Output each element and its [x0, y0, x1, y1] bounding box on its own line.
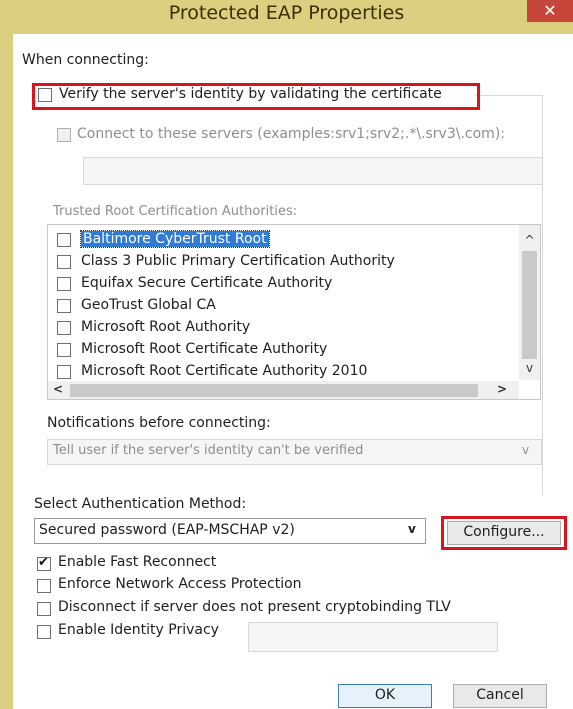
identity-privacy-checkbox[interactable]	[37, 625, 51, 639]
notifications-heading: Notifications before connecting:	[47, 415, 271, 431]
close-button[interactable]: ✕	[527, 0, 573, 22]
horizontal-scroll-thumb[interactable]	[70, 384, 478, 397]
cancel-button[interactable]: Cancel	[453, 684, 547, 708]
scroll-up-icon[interactable]: ^	[519, 233, 540, 247]
fast-reconnect-checkbox[interactable]	[37, 555, 51, 571]
ca-checkbox[interactable]	[57, 299, 71, 313]
ca-label: Equifax Secure Certificate Authority	[81, 275, 333, 291]
list-item[interactable]: Microsoft Root Authority	[48, 317, 518, 339]
scroll-down-icon[interactable]: v	[519, 361, 540, 375]
ca-label: Microsoft Root Authority	[81, 319, 251, 335]
list-item[interactable]: GeoTrust Global CA	[48, 295, 518, 317]
list-item[interactable]: Class 3 Public Primary Certification Aut…	[48, 251, 518, 273]
servers-input[interactable]	[83, 157, 543, 185]
auth-method-select[interactable]: Secured password (EAP-MSCHAP v2) v	[34, 518, 426, 544]
auth-method-value: Secured password (EAP-MSCHAP v2)	[39, 522, 295, 538]
ok-button[interactable]: OK	[338, 684, 432, 708]
list-item[interactable]: Equifax Secure Certificate Authority	[48, 273, 518, 295]
verify-identity-checkbox[interactable]	[38, 88, 52, 102]
fast-reconnect-label: Enable Fast Reconnect	[58, 554, 217, 570]
chevron-down-icon: v	[522, 443, 530, 457]
identity-input[interactable]	[248, 622, 498, 652]
trusted-ca-heading: Trusted Root Certification Authorities:	[53, 204, 298, 219]
list-item[interactable]: Microsoft Root Certificate Authority	[48, 339, 518, 361]
ca-checkbox[interactable]	[57, 255, 71, 269]
chevron-down-icon: v	[408, 522, 416, 536]
group-border-right	[542, 95, 543, 495]
list-item[interactable]: Baltimore CyberTrust Root	[48, 229, 518, 251]
cryptobinding-checkbox[interactable]	[37, 602, 51, 616]
connect-servers-checkbox[interactable]	[57, 128, 71, 142]
verify-identity-label: Verify the server's identity by validati…	[59, 86, 442, 102]
vertical-scroll-thumb[interactable]	[522, 251, 537, 359]
auth-method-heading: Select Authentication Method:	[34, 496, 247, 512]
configure-button[interactable]: Configure...	[447, 521, 561, 545]
trusted-ca-list[interactable]: Baltimore CyberTrust Root Class 3 Public…	[47, 224, 541, 400]
scroll-left-icon[interactable]: <	[52, 382, 64, 396]
when-connecting-heading: When connecting:	[22, 52, 149, 68]
nap-label: Enforce Network Access Protection	[58, 576, 302, 592]
dialog-body: When connecting: Verify the server's ide…	[13, 34, 573, 709]
scroll-right-icon[interactable]: >	[496, 382, 508, 396]
ca-label: GeoTrust Global CA	[81, 297, 216, 313]
window-title: Protected EAP Properties	[168, 2, 405, 24]
connect-servers-label: Connect to these servers (examples:srv1;…	[77, 126, 505, 142]
cryptobinding-label: Disconnect if server does not present cr…	[58, 599, 451, 615]
group-border-top	[475, 95, 543, 96]
ca-label: Baltimore CyberTrust Root	[80, 230, 270, 248]
ca-checkbox[interactable]	[57, 277, 71, 291]
ca-label: Microsoft Root Certificate Authority 201…	[81, 363, 368, 379]
title-bar: Protected EAP Properties ✕	[0, 0, 573, 33]
list-item[interactable]: Microsoft Root Certificate Authority 201…	[48, 361, 518, 383]
ca-checkbox[interactable]	[57, 321, 71, 335]
ca-label: Microsoft Root Certificate Authority	[81, 341, 328, 357]
notifications-value: Tell user if the server's identity can't…	[53, 443, 364, 458]
ca-checkbox[interactable]	[57, 233, 71, 247]
ca-label: Class 3 Public Primary Certification Aut…	[81, 253, 395, 269]
ca-checkbox[interactable]	[57, 365, 71, 379]
nap-checkbox[interactable]	[37, 579, 51, 593]
notifications-select[interactable]: Tell user if the server's identity can't…	[47, 439, 542, 465]
identity-privacy-label: Enable Identity Privacy	[58, 622, 219, 638]
ca-checkbox[interactable]	[57, 343, 71, 357]
